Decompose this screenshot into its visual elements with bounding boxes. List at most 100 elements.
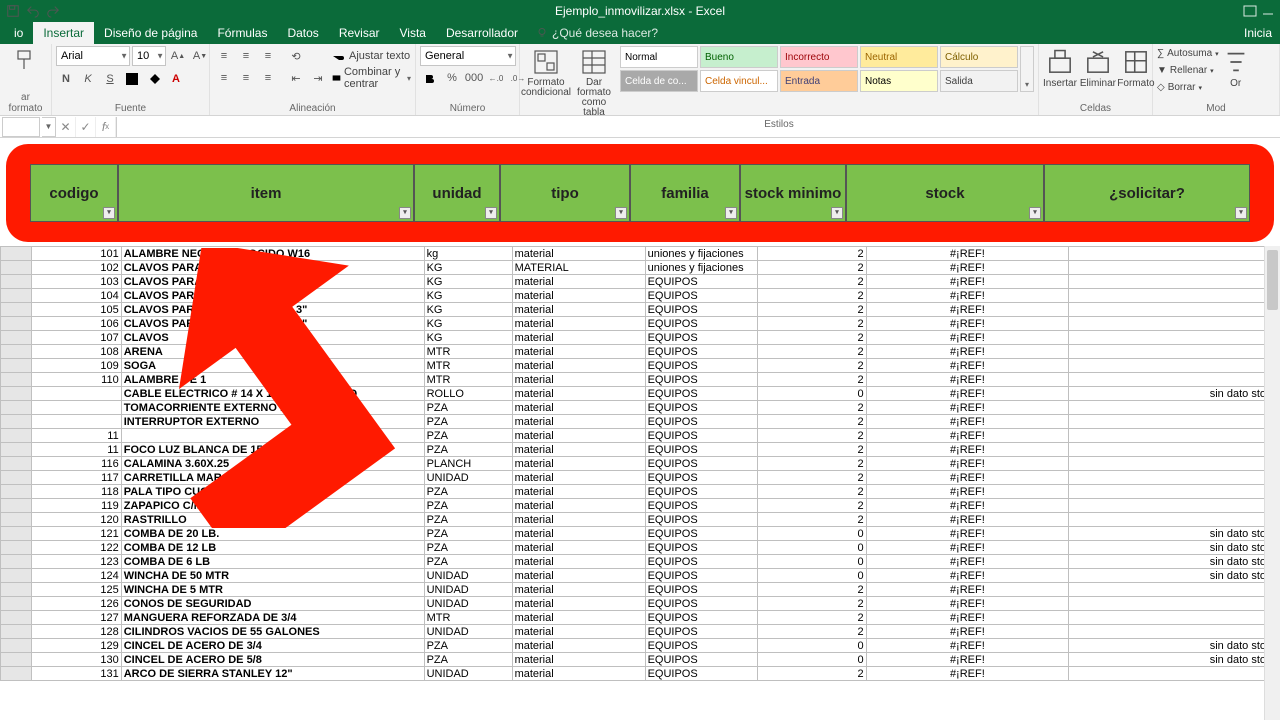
sort-filter-button[interactable]: Or xyxy=(1223,46,1249,89)
name-box[interactable] xyxy=(2,117,40,137)
tell-me-label: ¿Qué desea hacer? xyxy=(552,26,658,40)
tab-datos[interactable]: Datos xyxy=(277,22,328,44)
conditional-format-button[interactable]: Formato condicional xyxy=(524,46,568,98)
table-row[interactable]: 127MANGUERA REFORZADA DE 3/4MTRmaterialE… xyxy=(1,611,1280,625)
column-header-stock-minimo[interactable]: stock minimo▾ xyxy=(740,164,846,222)
number-format-combo[interactable]: General▼ xyxy=(420,46,516,66)
font-name-combo[interactable]: Arial▼ xyxy=(56,46,130,66)
column-header-item[interactable]: item▾ xyxy=(118,164,414,222)
font-size-combo[interactable]: 10▼ xyxy=(132,46,166,66)
column-header-familia[interactable]: familia▾ xyxy=(630,164,740,222)
table-row[interactable]: 123COMBA DE 6 LBPZAmaterialEQUIPOS0#¡REF… xyxy=(1,555,1280,569)
ribbon-options-icon[interactable] xyxy=(1242,4,1258,18)
name-box-dropdown[interactable]: ▼ xyxy=(42,117,56,137)
table-row[interactable]: 126CONOS DE SEGURIDADUNIDADmaterialEQUIP… xyxy=(1,597,1280,611)
italic-button[interactable]: K xyxy=(78,69,98,89)
align-right-button[interactable]: ≡ xyxy=(258,68,278,88)
comma-button[interactable]: 000 xyxy=(464,68,484,88)
insert-icon xyxy=(1046,48,1074,76)
redo-icon[interactable] xyxy=(46,4,60,18)
filter-button[interactable]: ▾ xyxy=(1235,207,1247,219)
decrease-indent-button[interactable]: ⇤ xyxy=(286,68,306,88)
sign-in-label[interactable]: Inicia xyxy=(1244,26,1280,40)
underline-button[interactable]: S xyxy=(100,69,120,89)
merge-center-button[interactable]: Combinar y centrar▾ xyxy=(332,68,411,88)
filter-button[interactable]: ▾ xyxy=(103,207,115,219)
delete-cells-button[interactable]: Eliminar xyxy=(1081,46,1115,89)
format-painter-button[interactable] xyxy=(4,46,47,76)
table-row[interactable]: 124WINCHA DE 50 MTRUNIDADmaterialEQUIPOS… xyxy=(1,569,1280,583)
style-neutral[interactable]: Neutral xyxy=(860,46,938,68)
increase-font-button[interactable]: A▲ xyxy=(168,46,188,66)
tell-me[interactable]: ¿Qué desea hacer? xyxy=(536,26,658,40)
save-icon[interactable] xyxy=(6,4,20,18)
gallery-more-button[interactable]: ▾ xyxy=(1020,46,1034,92)
tab-fórmulas[interactable]: Fórmulas xyxy=(207,22,277,44)
style-normal[interactable]: Normal xyxy=(620,46,698,68)
undo-icon[interactable] xyxy=(26,4,40,18)
wrap-icon xyxy=(332,49,346,63)
vertical-scrollbar[interactable] xyxy=(1264,246,1280,720)
autosum-button[interactable]: ∑Autosuma▾ xyxy=(1157,46,1219,61)
align-middle-button[interactable]: ≡ xyxy=(236,46,256,66)
column-header--solicitar-[interactable]: ¿solicitar?▾ xyxy=(1044,164,1250,222)
minimize-icon[interactable] xyxy=(1260,4,1276,18)
table-row[interactable]: 121COMBA DE 20 LB.PZAmaterialEQUIPOS0#¡R… xyxy=(1,527,1280,541)
style-bueno[interactable]: Bueno xyxy=(700,46,778,68)
tab-vista[interactable]: Vista xyxy=(390,22,436,44)
column-header-tipo[interactable]: tipo▾ xyxy=(500,164,630,222)
enter-formula-button[interactable]: ✓ xyxy=(76,117,96,137)
align-center-button[interactable]: ≡ xyxy=(236,68,256,88)
style-incorrecto[interactable]: Incorrecto xyxy=(780,46,858,68)
tab-diseño-de-página[interactable]: Diseño de página xyxy=(94,22,207,44)
filter-button[interactable]: ▾ xyxy=(725,207,737,219)
fill-color-button[interactable] xyxy=(144,69,164,89)
style-celda-vincul-[interactable]: Celda vincul... xyxy=(700,70,778,92)
percent-button[interactable]: % xyxy=(442,68,462,88)
table-row[interactable]: 128CILINDROS VACIOS DE 55 GALONESUNIDADm… xyxy=(1,625,1280,639)
tab-desarrollador[interactable]: Desarrollador xyxy=(436,22,528,44)
style-celda-de-co-[interactable]: Celda de co... xyxy=(620,70,698,92)
cell-styles-gallery[interactable]: NormalBuenoIncorrectoNeutralCálculo Celda… xyxy=(620,46,1018,92)
insert-cells-button[interactable]: Insertar xyxy=(1043,46,1077,89)
style-salida[interactable]: Salida xyxy=(940,70,1018,92)
format-cells-button[interactable]: Formato xyxy=(1119,46,1153,89)
column-header-unidad[interactable]: unidad▾ xyxy=(414,164,500,222)
filter-button[interactable]: ▾ xyxy=(831,207,843,219)
increase-decimal-button[interactable]: ←.0 xyxy=(486,68,506,88)
orientation-button[interactable]: ⟲ xyxy=(286,46,306,66)
increase-indent-button[interactable]: ⇥ xyxy=(308,68,328,88)
column-header-stock[interactable]: stock▾ xyxy=(846,164,1044,222)
filter-button[interactable]: ▾ xyxy=(399,207,411,219)
filter-button[interactable]: ▾ xyxy=(1029,207,1041,219)
tab-insertar[interactable]: Insertar xyxy=(33,22,94,44)
clear-button[interactable]: ◇Borrar▾ xyxy=(1157,80,1219,95)
align-left-button[interactable]: ≡ xyxy=(214,68,234,88)
format-as-table-button[interactable]: Dar formato como tabla xyxy=(572,46,616,118)
tab-revisar[interactable]: Revisar xyxy=(329,22,390,44)
table-row[interactable]: 129CINCEL DE ACERO DE 3/4PZAmaterialEQUI… xyxy=(1,639,1280,653)
filter-button[interactable]: ▾ xyxy=(615,207,627,219)
column-header-codigo[interactable]: codigo▾ xyxy=(30,164,118,222)
style-entrada[interactable]: Entrada xyxy=(780,70,858,92)
ribbon: ar formato Arial▼ 10▼ A▲ A▼ N K S A Fuen… xyxy=(0,44,1280,116)
bold-button[interactable]: N xyxy=(56,69,76,89)
align-bottom-button[interactable]: ≡ xyxy=(258,46,278,66)
borders-button[interactable] xyxy=(122,69,142,89)
style-c-lculo[interactable]: Cálculo xyxy=(940,46,1018,68)
wrap-text-button[interactable]: Ajustar texto xyxy=(332,46,411,66)
table-row[interactable]: 125WINCHA DE 5 MTRUNIDADmaterialEQUIPOS2… xyxy=(1,583,1280,597)
style-notas[interactable]: Notas xyxy=(860,70,938,92)
table-row[interactable]: 130CINCEL DE ACERO DE 5/8PZAmaterialEQUI… xyxy=(1,653,1280,667)
font-color-button[interactable]: A xyxy=(166,69,186,89)
decrease-font-button[interactable]: A▼ xyxy=(190,46,210,66)
table-row[interactable]: 122COMBA DE 12 LBPZAmaterialEQUIPOS0#¡RE… xyxy=(1,541,1280,555)
filter-button[interactable]: ▾ xyxy=(485,207,497,219)
tab-io[interactable]: io xyxy=(4,22,33,44)
accounting-format-button[interactable] xyxy=(420,68,440,88)
cancel-formula-button[interactable]: ✕ xyxy=(56,117,76,137)
fill-button[interactable]: ▼Rellenar▾ xyxy=(1157,63,1219,78)
table-row[interactable]: 131ARCO DE SIERRA STANLEY 12"UNIDADmater… xyxy=(1,667,1280,681)
fx-button[interactable]: fx xyxy=(96,117,116,137)
align-top-button[interactable]: ≡ xyxy=(214,46,234,66)
